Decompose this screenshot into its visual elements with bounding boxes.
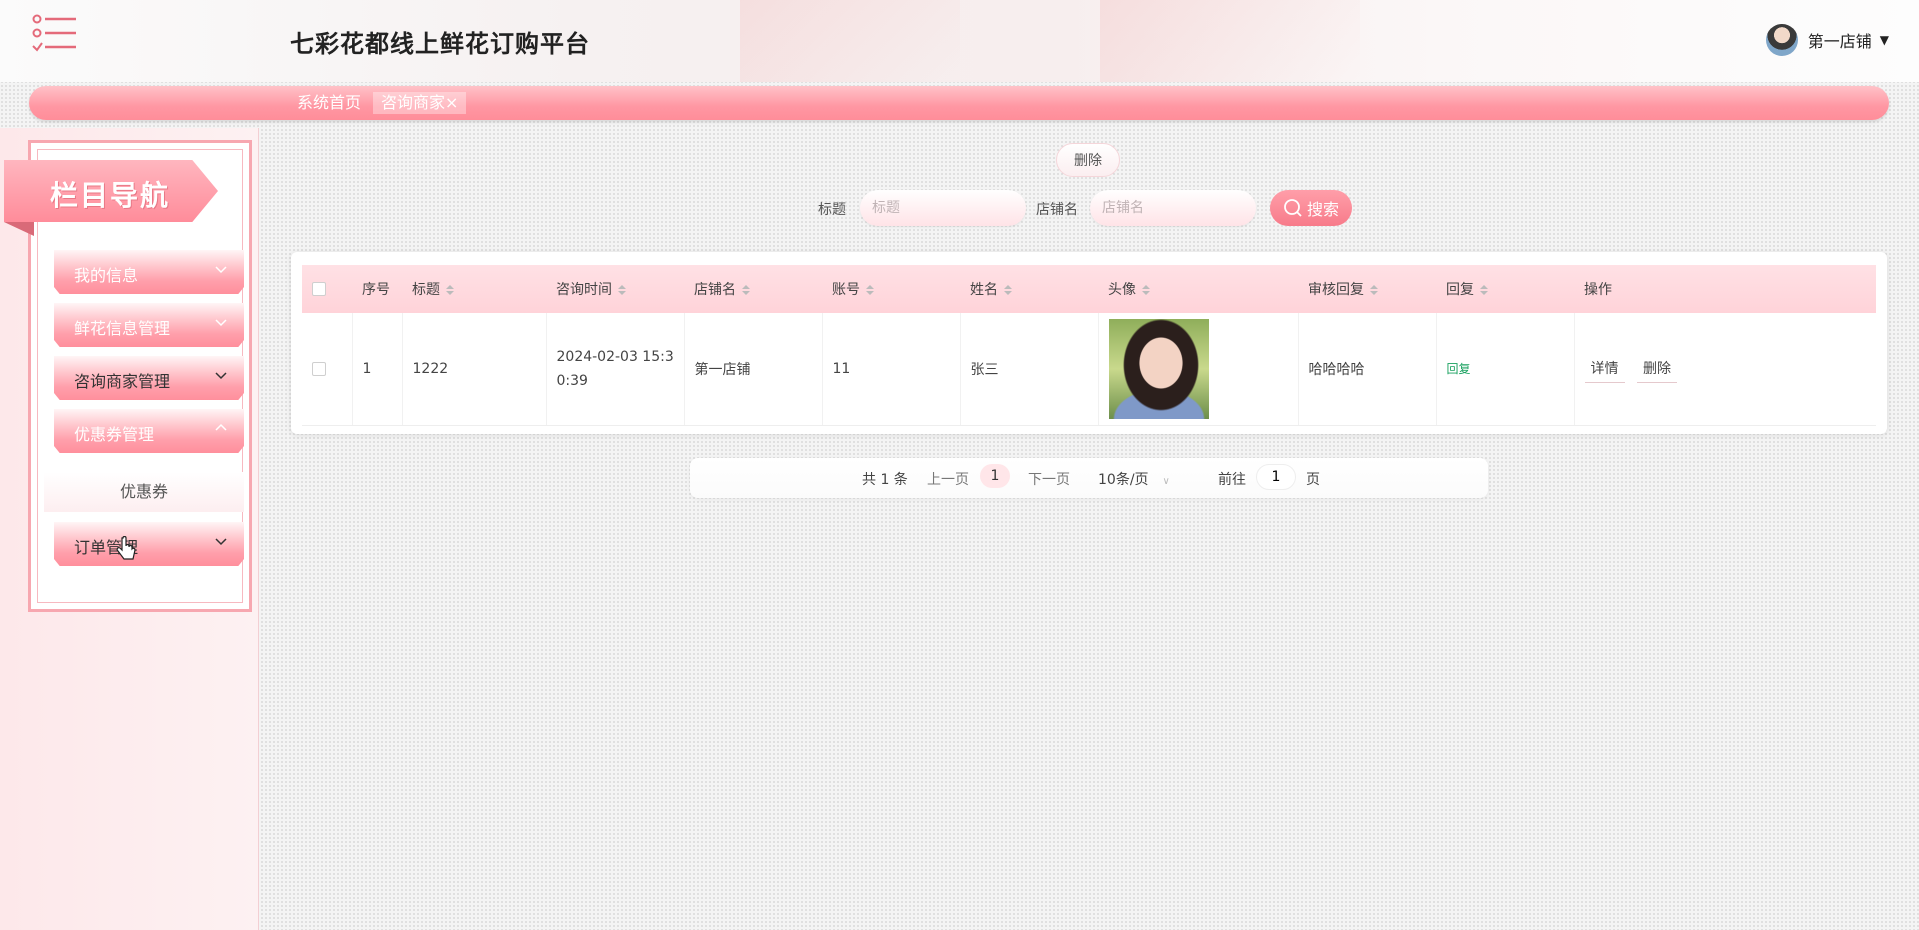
cell-avatar [1098, 313, 1299, 426]
sort-icon[interactable] [866, 285, 874, 295]
column-label: 姓名 [970, 282, 998, 298]
search-icon [1284, 199, 1302, 217]
column-header-name[interactable]: 姓名 [960, 265, 1098, 313]
page-size-select[interactable]: 10条/页 ∨ [1098, 469, 1170, 489]
cell-account: 11 [822, 313, 961, 426]
sort-icon[interactable] [1004, 285, 1012, 295]
cell-actions: 详情 删除 [1574, 313, 1876, 426]
next-page-button[interactable]: 下一页 [1028, 469, 1070, 489]
goto-page-input[interactable] [1256, 464, 1296, 490]
person-photo[interactable] [1108, 318, 1209, 419]
page-size-value: 10条/页 [1098, 472, 1149, 488]
pagination: 共 1 条 上一页 1 下一页 10条/页 ∨ 前往 页 [690, 458, 1488, 498]
top-header: 七彩花都线上鲜花订购平台 第一店铺 ▼ [0, 0, 1919, 82]
nav-banner-title: 栏目导航 [50, 179, 171, 212]
page-number-current[interactable]: 1 [980, 464, 1010, 488]
chevron-down-icon [215, 319, 227, 327]
select-all-checkbox[interactable] [312, 282, 326, 296]
row-delete-button[interactable]: 删除 [1636, 354, 1677, 384]
detail-button[interactable]: 详情 [1584, 354, 1625, 384]
title-search-label: 标题 [818, 202, 846, 218]
cell-review-reply: 哈哈哈哈 [1298, 313, 1437, 426]
sort-icon[interactable] [1370, 285, 1378, 295]
column-header-review-reply[interactable]: 审核回复 [1298, 265, 1436, 313]
sort-icon[interactable] [446, 285, 454, 295]
prev-page-button[interactable]: 上一页 [927, 469, 969, 489]
data-table-panel: 序号 标题 咨询时间 店铺名 账号 姓名 头像 审核回复 回复 操作 1 122… [291, 252, 1887, 434]
sidebar-item-label: 鲜花信息管理 [74, 319, 171, 338]
pagination-total: 共 1 条 [862, 472, 908, 488]
cell-shop: 第一店铺 [684, 313, 823, 426]
column-label: 咨询时间 [556, 282, 612, 298]
table-header-row: 序号 标题 咨询时间 店铺名 账号 姓名 头像 审核回复 回复 操作 [302, 265, 1876, 313]
chevron-up-icon [215, 423, 227, 431]
data-table: 序号 标题 咨询时间 店铺名 账号 姓名 头像 审核回复 回复 操作 1 122… [302, 265, 1876, 426]
chevron-down-icon [215, 538, 227, 546]
sidebar-item-flower-info[interactable]: 鲜花信息管理 [54, 303, 244, 347]
tab-home[interactable]: 系统首页 [297, 92, 361, 114]
column-label: 账号 [832, 282, 860, 298]
sidebar-item-orders[interactable]: 订单管理 [54, 522, 244, 566]
user-name: 第一店铺 [1807, 32, 1872, 51]
reply-link[interactable]: 回复 [1447, 362, 1471, 376]
cell-name: 张三 [960, 313, 1099, 426]
header-decoration [740, 0, 960, 82]
shop-search-input[interactable] [1090, 190, 1256, 226]
table-row: 1 1222 2024-02-03 15:30:39 第一店铺 11 张三 哈哈… [302, 313, 1876, 426]
column-label: 标题 [412, 282, 440, 298]
sort-icon[interactable] [618, 285, 626, 295]
caret-down-icon: ▼ [1879, 33, 1889, 47]
column-header-title[interactable]: 标题 [402, 265, 546, 313]
column-label: 回复 [1446, 282, 1474, 298]
column-label: 审核回复 [1308, 282, 1364, 298]
column-header-actions: 操作 [1574, 265, 1876, 313]
search-button[interactable]: 搜索 [1270, 190, 1352, 226]
cell-reply: 回复 [1436, 313, 1575, 426]
chevron-down-icon [215, 372, 227, 380]
sort-icon[interactable] [1480, 285, 1488, 295]
column-label: 店铺名 [694, 282, 736, 298]
chevron-down-icon [215, 266, 227, 274]
delete-button[interactable]: 删除 [1056, 143, 1120, 177]
hand-cursor-icon [116, 536, 136, 560]
header-select-all [302, 265, 352, 313]
goto-label: 前往 [1218, 472, 1246, 488]
site-title: 七彩花都线上鲜花订购平台 [290, 30, 590, 58]
column-header-shop[interactable]: 店铺名 [684, 265, 822, 313]
header-decoration [1100, 0, 1360, 82]
time-text: 2024-02-03 15:30:39 [556, 348, 674, 389]
sidebar-item-label: 优惠券管理 [74, 425, 155, 444]
column-header-reply[interactable]: 回复 [1436, 265, 1574, 313]
sort-icon[interactable] [742, 285, 750, 295]
sort-icon[interactable] [1142, 285, 1150, 295]
cell-time: 2024-02-03 15:30:39 [546, 313, 685, 426]
sidebar-item-label: 我的信息 [74, 266, 139, 285]
sidebar-item-label: 咨询商家管理 [74, 372, 171, 391]
user-menu[interactable]: 第一店铺 ▼ [1765, 24, 1889, 56]
column-label: 序号 [362, 282, 390, 298]
cell-title: 1222 [402, 313, 547, 426]
column-header-account[interactable]: 账号 [822, 265, 960, 313]
chevron-down-icon: ∨ [1162, 476, 1170, 487]
sidebar-subitem-coupon[interactable]: 优惠券 [44, 472, 244, 512]
column-header-time[interactable]: 咨询时间 [546, 265, 684, 313]
avatar [1765, 24, 1798, 56]
menu-list-icon[interactable] [32, 14, 78, 54]
tab-consult-merchant[interactable]: 咨询商家× [373, 92, 467, 114]
cell-index: 1 [352, 313, 403, 426]
column-header-index: 序号 [352, 265, 402, 313]
column-header-avatar[interactable]: 头像 [1098, 265, 1298, 313]
tab-bar: 系统首页 咨询商家× [29, 86, 1889, 120]
row-checkbox[interactable] [312, 361, 326, 376]
search-button-label: 搜索 [1306, 200, 1339, 219]
title-search-input[interactable] [860, 190, 1026, 226]
shop-search-label: 店铺名 [1036, 202, 1078, 218]
page-suffix-label: 页 [1306, 472, 1320, 488]
sidebar-item-coupon[interactable]: 优惠券管理 [54, 409, 244, 453]
row-select-cell [302, 313, 353, 426]
sidebar-item-consult-merchant[interactable]: 咨询商家管理 [54, 356, 244, 400]
column-label: 头像 [1108, 282, 1136, 298]
column-label: 操作 [1584, 282, 1612, 298]
sidebar-item-my-info[interactable]: 我的信息 [54, 250, 244, 294]
